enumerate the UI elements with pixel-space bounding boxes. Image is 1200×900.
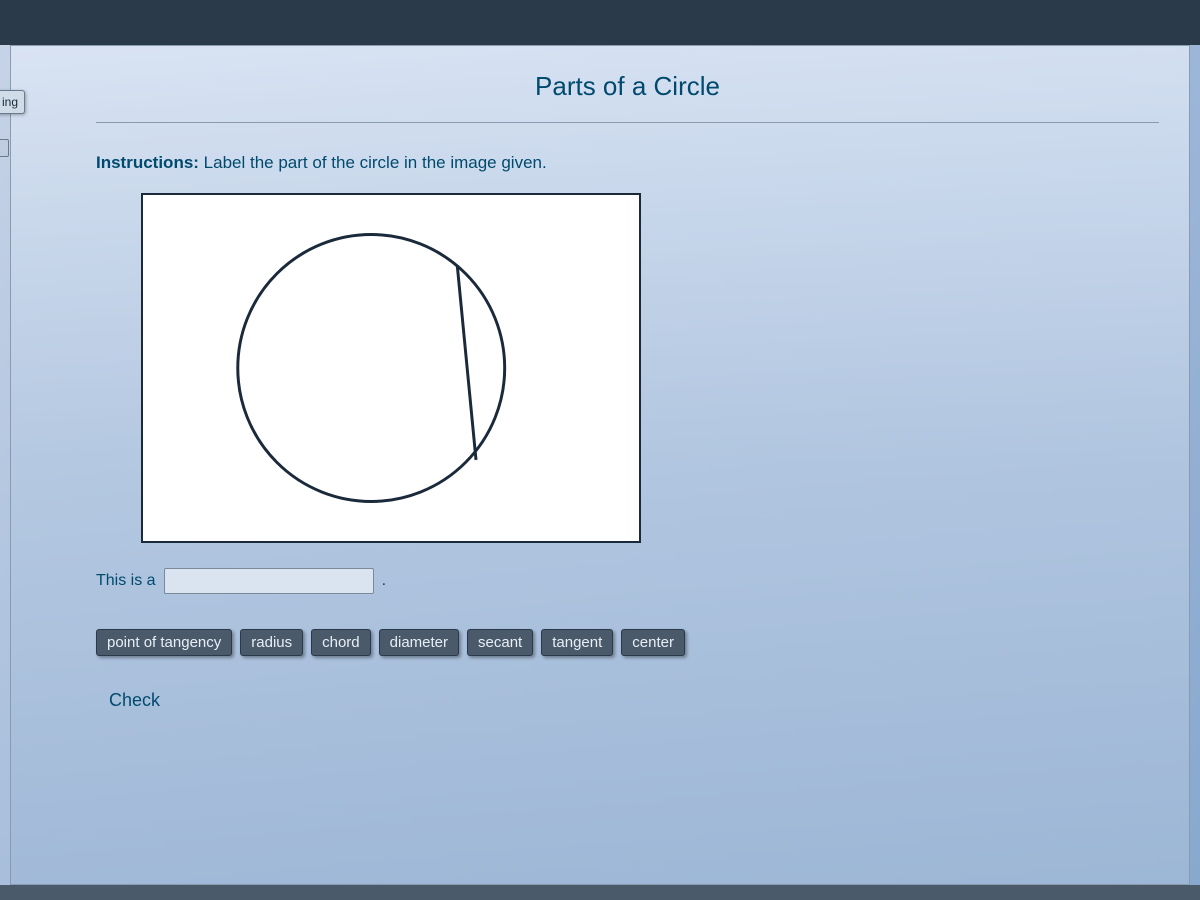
circle-diagram-svg bbox=[143, 195, 639, 541]
sidebar-tab-small[interactable] bbox=[0, 139, 9, 157]
instructions-line: Instructions: Label the part of the circ… bbox=[96, 153, 1159, 173]
page-title: Parts of a Circle bbox=[535, 71, 720, 101]
option-center[interactable]: center bbox=[621, 629, 685, 656]
chord-line bbox=[457, 265, 476, 460]
answer-input[interactable] bbox=[164, 568, 374, 594]
sidebar-tab-ing[interactable]: ing bbox=[0, 90, 25, 114]
option-radius[interactable]: radius bbox=[240, 629, 303, 656]
option-chord[interactable]: chord bbox=[311, 629, 371, 656]
options-row: point of tangency radius chord diameter … bbox=[96, 629, 1159, 656]
option-secant[interactable]: secant bbox=[467, 629, 533, 656]
instructions-text: Label the part of the circle in the imag… bbox=[199, 153, 547, 172]
check-button[interactable]: Check bbox=[101, 686, 168, 715]
sidebar-tabs: ing bbox=[0, 90, 25, 157]
content-area: Parts of a Circle Instructions: Label th… bbox=[10, 45, 1190, 885]
answer-row: This is a . bbox=[96, 568, 1159, 594]
title-row: Parts of a Circle bbox=[96, 71, 1159, 123]
instructions-label: Instructions: bbox=[96, 153, 199, 172]
answer-prefix: This is a bbox=[96, 572, 156, 590]
circle-figure bbox=[141, 193, 641, 543]
answer-suffix: . bbox=[382, 572, 386, 590]
option-tangent[interactable]: tangent bbox=[541, 629, 613, 656]
circle-outline bbox=[238, 235, 505, 502]
option-point-of-tangency[interactable]: point of tangency bbox=[96, 629, 232, 656]
option-diameter[interactable]: diameter bbox=[379, 629, 459, 656]
